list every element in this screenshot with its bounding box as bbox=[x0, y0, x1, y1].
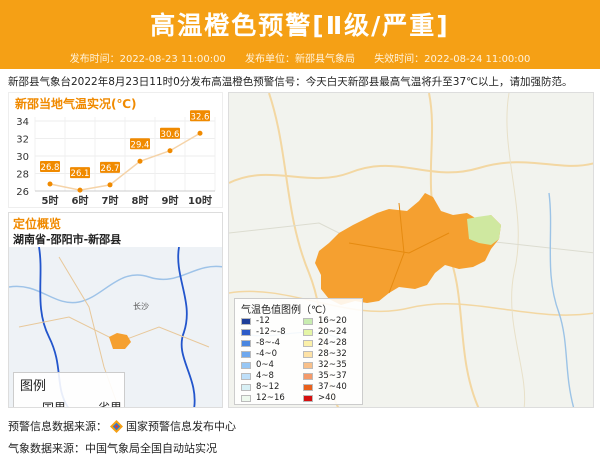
legend-provincial-border: 省界 bbox=[76, 399, 122, 407]
data-point bbox=[107, 182, 113, 188]
legend-item: 12~16 bbox=[241, 393, 285, 403]
temperature-color-legend: 气温色值图例（℃） -12 -12~-8 -8~-4 -4~0 0~4 4~8 8~12 12… bbox=[234, 298, 363, 405]
legend-item-label: 35~37 bbox=[318, 371, 347, 381]
legend-item: >40 bbox=[303, 393, 336, 403]
legend-item: -8~-4 bbox=[241, 338, 280, 348]
y-tick-label: 26 bbox=[16, 187, 29, 198]
legend-item: 16~20 bbox=[303, 316, 347, 326]
warning-source: 预警信息数据来源： 国家预警信息发布中心 bbox=[8, 419, 236, 433]
x-tick-label: 5时 bbox=[42, 194, 59, 207]
color-swatch-icon bbox=[241, 372, 251, 380]
color-swatch-icon bbox=[241, 328, 251, 336]
legend-item: 4~8 bbox=[241, 371, 274, 381]
location-panel: 定位概览 湖南省-邵阳市-新邵县 长沙 图例 国界 省界 bbox=[8, 212, 223, 408]
color-swatch-icon bbox=[241, 383, 251, 391]
legend-item-label: 24~28 bbox=[318, 338, 347, 348]
color-swatch-icon bbox=[241, 339, 251, 347]
data-label: 30.6 bbox=[161, 130, 180, 140]
color-swatch-icon bbox=[303, 328, 313, 336]
data-point bbox=[47, 181, 53, 187]
color-swatch-icon bbox=[241, 361, 251, 369]
color-swatch-icon bbox=[303, 317, 313, 325]
weather-source: 气象数据来源：中国气象局全国自动站实况 bbox=[8, 442, 217, 455]
data-point bbox=[197, 130, 203, 136]
legend-item-label: 4~8 bbox=[256, 371, 274, 381]
overview-map[interactable]: 长沙 图例 国界 省界 bbox=[9, 246, 222, 407]
legend-item-label: 37~40 bbox=[318, 382, 347, 392]
legend-item: 24~28 bbox=[303, 338, 347, 348]
data-label: 26.8 bbox=[41, 163, 60, 173]
warning-header: 高温橙色预警[Ⅱ级/严重] 发布时间：2022-08-23 11:00:00 发… bbox=[0, 0, 600, 69]
legend-item-label: -12 bbox=[256, 316, 270, 326]
legend-item: 0~4 bbox=[241, 360, 274, 370]
legend-national-border: 国界 bbox=[20, 399, 66, 407]
changsha-label: 长沙 bbox=[133, 301, 149, 311]
color-swatch-icon bbox=[303, 339, 313, 347]
xinshao-overview-shape bbox=[109, 333, 131, 349]
expire-time: 失效时间：2022-08-24 11:00:00 bbox=[374, 54, 531, 65]
y-tick-label: 30 bbox=[16, 152, 29, 163]
color-swatch-icon bbox=[241, 394, 251, 402]
location-title: 定位概览 bbox=[13, 217, 62, 231]
national-border-line-icon bbox=[20, 406, 38, 407]
overview-legend-title: 图例 bbox=[20, 379, 47, 394]
legend-item: -12~-8 bbox=[241, 327, 285, 337]
legend-item-label: 0~4 bbox=[256, 360, 274, 370]
data-label: 26.1 bbox=[71, 169, 90, 179]
overview-legend: 图例 国界 省界 bbox=[13, 372, 125, 407]
x-tick-label: 10时 bbox=[188, 194, 212, 207]
legend-item: -4~0 bbox=[241, 349, 277, 359]
temperature-legend-title: 气温色值图例（℃） bbox=[241, 305, 333, 316]
legend-item-label: 12~16 bbox=[256, 393, 285, 403]
legend-item-label: -8~-4 bbox=[256, 338, 281, 348]
legend-item-label: 16~20 bbox=[318, 316, 347, 326]
data-label: 26.7 bbox=[101, 164, 120, 174]
x-tick-label: 9时 bbox=[162, 194, 179, 207]
publisher: 发布单位：新邵县气象局 bbox=[245, 54, 355, 65]
legend-item-label: >40 bbox=[318, 393, 336, 403]
temperature-panel: 新邵当地气温实况(℃) 26 28 30 32 34 26.8 5时 26.1 6时 26.7 7时… bbox=[8, 92, 223, 208]
legend-item: 35~37 bbox=[303, 371, 347, 381]
legend-item: 28~32 bbox=[303, 349, 347, 359]
color-swatch-icon bbox=[303, 372, 313, 380]
provincial-border-line-icon bbox=[76, 406, 94, 407]
color-swatch-icon bbox=[303, 361, 313, 369]
color-swatch-icon bbox=[303, 394, 313, 402]
legend-item: 37~40 bbox=[303, 382, 347, 392]
x-tick-label: 8时 bbox=[132, 194, 149, 207]
warning-source-org: 国家预警信息发布中心 bbox=[126, 420, 236, 433]
temperature-map[interactable]: 气温色值图例（℃） -12 -12~-8 -8~-4 -4~0 0~4 4~8 8~12 12… bbox=[228, 92, 594, 408]
y-tick-label: 34 bbox=[16, 117, 29, 128]
warning-description: 新邵县气象台2022年8月23日11时0分发布高温橙色预警信号：今天白天新邵县最… bbox=[8, 76, 573, 88]
temperature-chart: 26 28 30 32 34 26.8 5时 26.1 6时 26.7 7时 29.4 8时 30.6 9时… bbox=[16, 110, 216, 207]
warning-title: 高温橙色预警[Ⅱ级/严重] bbox=[150, 11, 450, 40]
legend-item-label: 32~35 bbox=[318, 360, 347, 370]
data-label: 29.4 bbox=[131, 140, 150, 150]
location-name: 湖南省-邵阳市-新邵县 bbox=[13, 233, 122, 246]
legend-item: 20~24 bbox=[303, 327, 347, 337]
legend-item: 8~12 bbox=[241, 382, 279, 392]
x-tick-label: 6时 bbox=[72, 194, 89, 207]
data-point bbox=[167, 148, 173, 154]
color-swatch-icon bbox=[241, 317, 251, 325]
warning-center-logo-icon bbox=[110, 419, 123, 433]
publish-time: 发布时间：2022-08-23 11:00:00 bbox=[69, 54, 226, 65]
data-label: 32.6 bbox=[191, 112, 210, 122]
data-point bbox=[77, 187, 83, 193]
y-tick-label: 32 bbox=[16, 135, 29, 146]
warning-meta: 发布时间：2022-08-23 11:00:00 发布单位：新邵县气象局 失效时… bbox=[0, 50, 600, 69]
color-swatch-icon bbox=[241, 350, 251, 358]
y-tick-label: 28 bbox=[16, 170, 29, 181]
legend-item: -12 bbox=[241, 316, 270, 326]
legend-item-label: -4~0 bbox=[256, 349, 278, 359]
legend-item-label: -12~-8 bbox=[256, 327, 286, 337]
legend-item-label: 8~12 bbox=[256, 382, 280, 392]
legend-item-label: 20~24 bbox=[318, 327, 347, 337]
data-point bbox=[137, 158, 143, 164]
legend-item: 32~35 bbox=[303, 360, 347, 370]
x-tick-label: 7时 bbox=[102, 194, 119, 207]
color-swatch-icon bbox=[303, 383, 313, 391]
color-swatch-icon bbox=[303, 350, 313, 358]
legend-item-label: 28~32 bbox=[318, 349, 347, 359]
